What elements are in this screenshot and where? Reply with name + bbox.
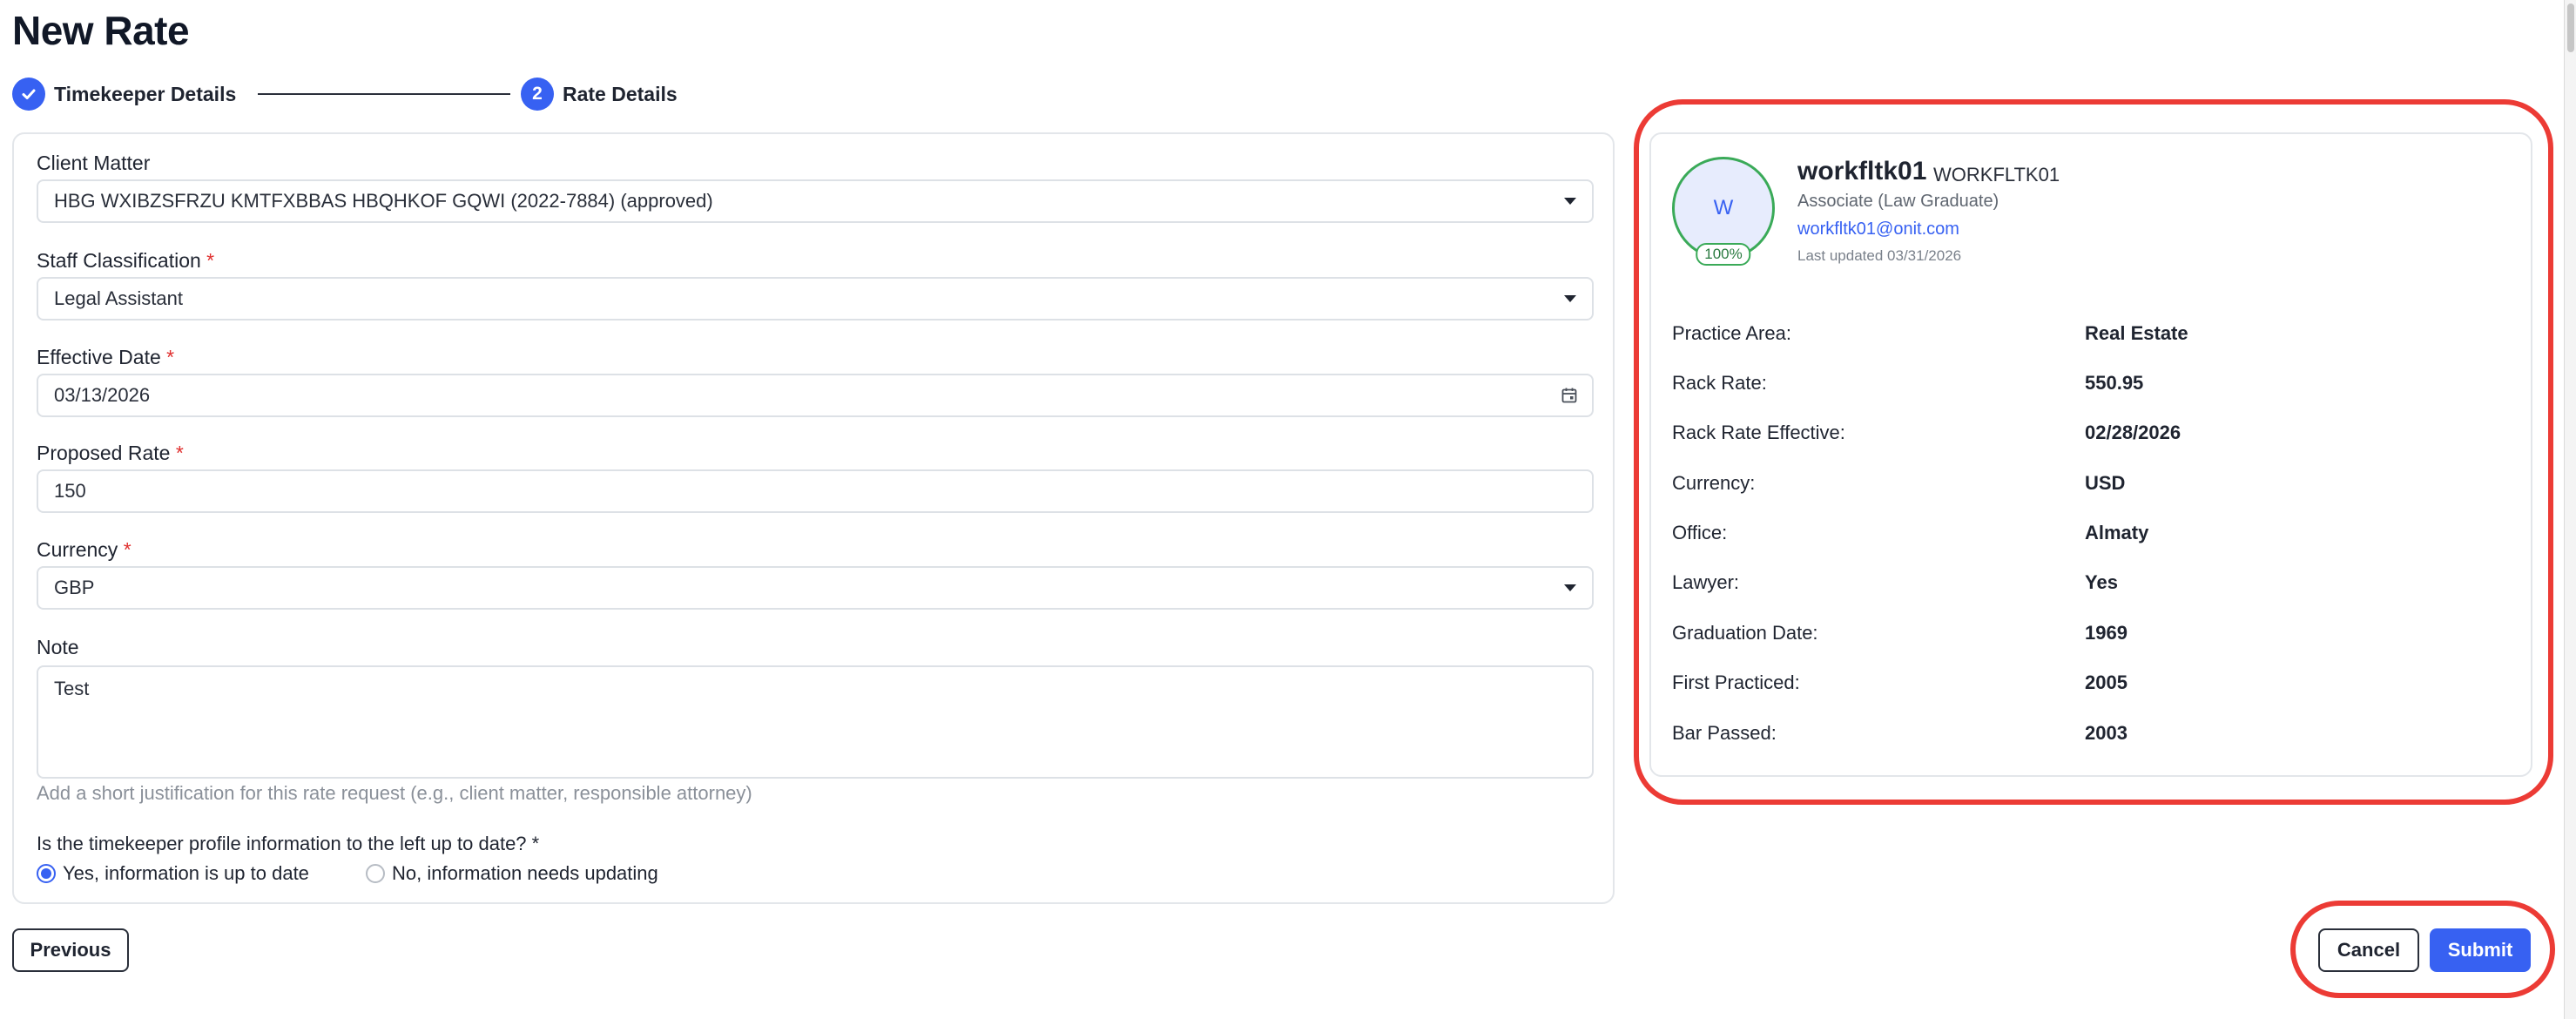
completeness-badge: 100% [1696, 243, 1751, 266]
radio-button[interactable] [366, 864, 385, 883]
profile-up-to-date-question: Is the timekeeper profile information to… [37, 833, 540, 854]
step-connector [258, 93, 510, 95]
detail-value: USD [2085, 472, 2126, 494]
staff-classification-select[interactable]: Legal Assistant [37, 277, 1594, 321]
currency-label: Currency * [37, 538, 131, 561]
staff-classification-label: Staff Classification * [37, 249, 215, 272]
note-textarea[interactable]: Test [37, 665, 1594, 779]
radio-button[interactable] [37, 864, 56, 883]
detail-label: Bar Passed: [1672, 722, 1777, 744]
timekeeper-email-link[interactable]: workfltk01@onit.com [1797, 219, 1959, 240]
effective-date-input[interactable]: 03/13/2026 [37, 374, 1594, 417]
radio-no-needs-updating[interactable]: No, information needs updating [366, 862, 658, 885]
step-number: 2 [521, 78, 554, 111]
calendar-icon[interactable] [1561, 387, 1578, 404]
submit-button[interactable]: Submit [2430, 928, 2531, 972]
detail-label: Rack Rate: [1672, 372, 1767, 394]
radio-label: No, information needs updating [392, 862, 658, 884]
detail-value: Real Estate [2085, 322, 2188, 344]
detail-label: Practice Area: [1672, 322, 1791, 344]
client-matter-value: HBG WXIBZSFRZU KMTFXBBAS HBQHKOF GQWI (2… [54, 190, 713, 212]
avatar-initial: W [1713, 196, 1734, 219]
previous-button[interactable]: Previous [12, 928, 129, 972]
step-timekeeper-details[interactable]: Timekeeper Details [12, 75, 236, 113]
proposed-rate-input[interactable]: 150 [37, 469, 1594, 513]
last-updated: Last updated 03/31/2026 [1797, 247, 1962, 264]
check-icon [12, 78, 45, 111]
effective-date-value: 03/13/2026 [54, 384, 151, 406]
radio-yes-up-to-date[interactable]: Yes, information is up to date [37, 862, 309, 885]
scrollbar-thumb[interactable] [2567, 3, 2574, 52]
note-value: Test [54, 678, 90, 699]
vertical-scrollbar[interactable] [2564, 0, 2576, 1019]
detail-label: Lawyer: [1672, 571, 1740, 593]
step-rate-details[interactable]: 2 Rate Details [521, 75, 678, 113]
detail-value: Almaty [2085, 522, 2149, 543]
detail-value: 2003 [2085, 722, 2128, 744]
detail-label: First Practiced: [1672, 671, 1800, 693]
effective-date-label: Effective Date * [37, 346, 175, 368]
proposed-rate-label: Proposed Rate * [37, 442, 184, 464]
timekeeper-code: WORKFLTK01 [1933, 164, 2060, 186]
avatar: W 100% [1672, 157, 1775, 266]
step-label: Timekeeper Details [54, 82, 237, 105]
currency-select[interactable]: GBP [37, 566, 1594, 610]
proposed-rate-value: 150 [54, 480, 86, 502]
timekeeper-name: workfltk01 [1797, 157, 1927, 186]
step-label: Rate Details [563, 82, 678, 105]
new-rate-page: New Rate Timekeeper Details 2 Rate Detai… [0, 0, 2576, 1019]
detail-value: 02/28/2026 [2085, 422, 2182, 443]
stepper: Timekeeper Details 2 Rate Details [12, 75, 691, 113]
detail-value: Yes [2085, 571, 2118, 593]
client-matter-label: Client Matter [37, 152, 151, 174]
chevron-down-icon [1564, 295, 1576, 302]
client-matter-select[interactable]: HBG WXIBZSFRZU KMTFXBBAS HBQHKOF GQWI (2… [37, 179, 1594, 223]
detail-value: 1969 [2085, 622, 2128, 644]
cancel-button[interactable]: Cancel [2318, 928, 2419, 972]
detail-label: Graduation Date: [1672, 622, 1818, 644]
detail-value: 550.95 [2085, 372, 2144, 394]
detail-label: Currency: [1672, 472, 1756, 494]
page-title: New Rate [12, 8, 190, 53]
rate-form-card: Client Matter HBG WXIBZSFRZU KMTFXBBAS H… [12, 132, 1615, 904]
detail-label: Office: [1672, 522, 1728, 543]
note-label: Note [37, 636, 79, 658]
timekeeper-title: Associate (Law Graduate) [1797, 192, 1999, 211]
staff-classification-value: Legal Assistant [54, 287, 183, 309]
chevron-down-icon [1564, 584, 1576, 591]
timekeeper-profile-card: W 100% workfltk01 WORKFLTK01 Associate (… [1649, 132, 2532, 777]
note-hint: Add a short justification for this rate … [37, 782, 752, 804]
detail-label: Rack Rate Effective: [1672, 422, 1845, 443]
currency-value: GBP [54, 577, 95, 598]
detail-value: 2005 [2085, 671, 2128, 693]
chevron-down-icon [1564, 198, 1576, 205]
radio-label: Yes, information is up to date [63, 862, 309, 884]
